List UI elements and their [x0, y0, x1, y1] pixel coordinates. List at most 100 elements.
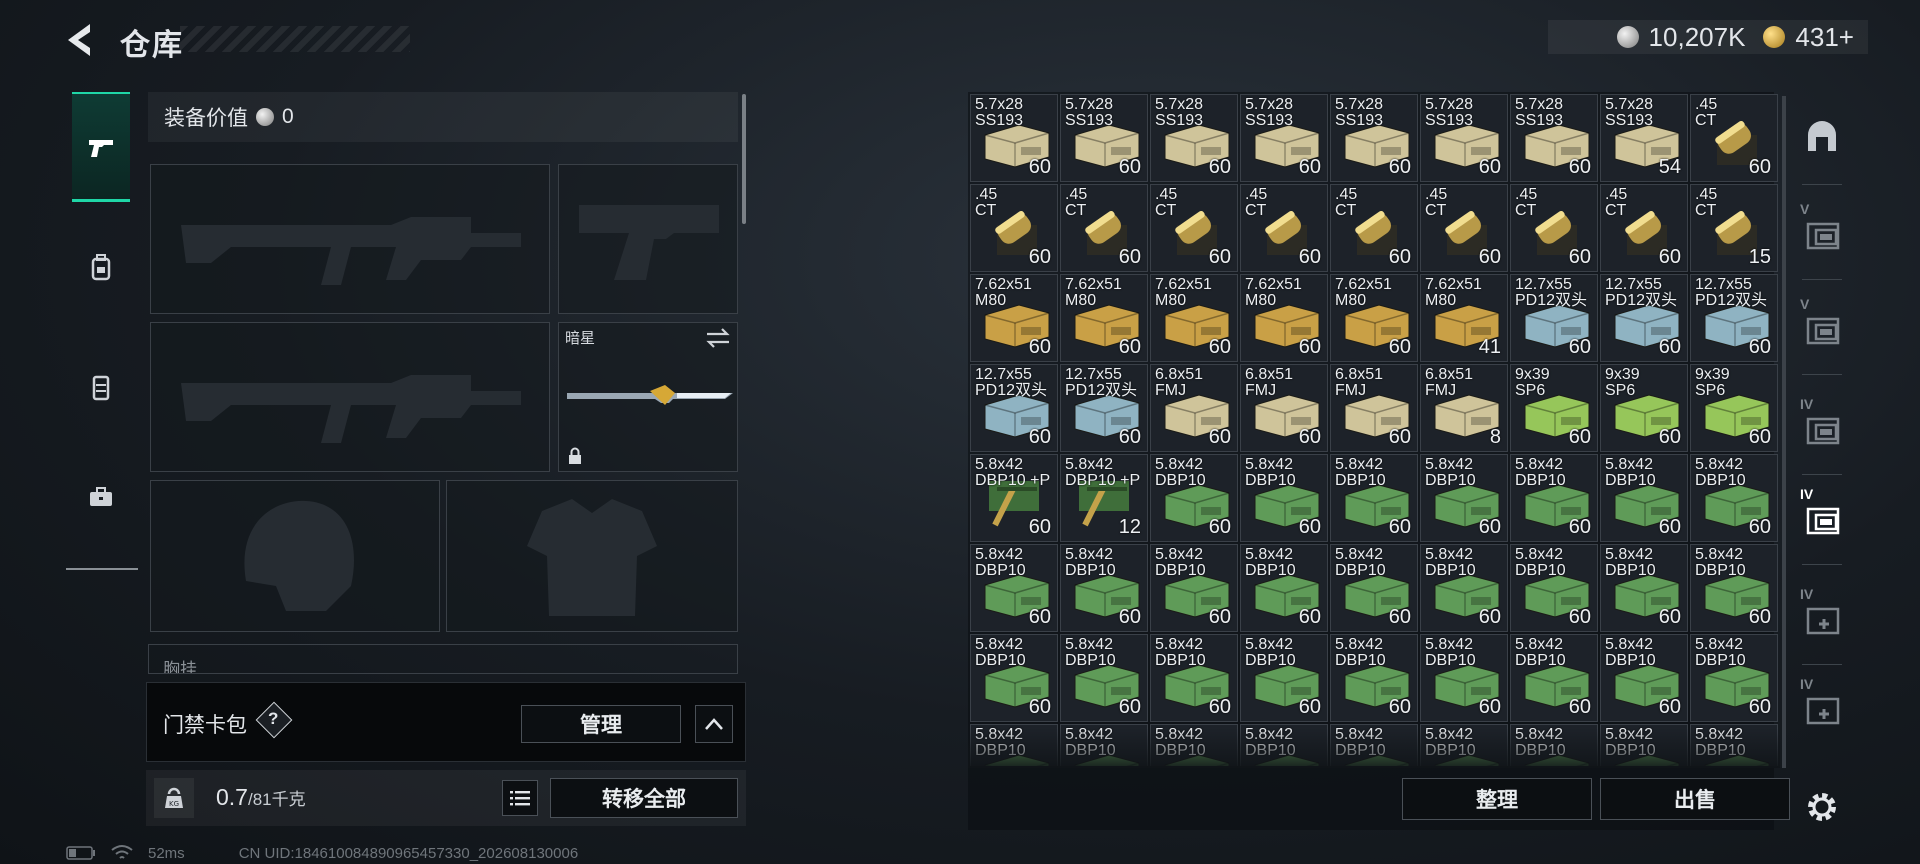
- inventory-slot[interactable]: .45 CT 60: [1600, 184, 1688, 272]
- inventory-slot[interactable]: 6.8x51 FMJ 60: [1330, 364, 1418, 452]
- equipment-scrollbar[interactable]: [742, 94, 746, 224]
- helmet-slot[interactable]: [150, 480, 440, 632]
- inventory-slot[interactable]: 7.62x51 M80 60: [970, 274, 1058, 362]
- back-button[interactable]: [62, 20, 102, 60]
- inventory-slot[interactable]: 5.8x42 DBP10 60: [1510, 634, 1598, 722]
- storage-v-tab[interactable]: V: [1798, 282, 1846, 372]
- inventory-slot[interactable]: 12.7x55 PD12双头 60: [1600, 274, 1688, 362]
- inventory-slot[interactable]: .45 CT 15: [1690, 184, 1778, 272]
- list-view-button[interactable]: [502, 780, 538, 816]
- melee-slot[interactable]: 暗星: [558, 322, 738, 472]
- chest-rig-slot[interactable]: 胸挂: [148, 644, 738, 674]
- inventory-slot[interactable]: 5.8x42 DBP10 60: [1240, 454, 1328, 542]
- sell-button[interactable]: 出售: [1600, 778, 1790, 820]
- inventory-slot[interactable]: 9x39 SP6 60: [1690, 364, 1778, 452]
- inventory-slot[interactable]: 5.8x42 DBP10 60: [1060, 544, 1148, 632]
- inventory-slot[interactable]: 5.7x28 SS193 60: [1330, 94, 1418, 182]
- inventory-slot[interactable]: 5.8x42 DBP10 60: [1240, 634, 1328, 722]
- inventory-slot[interactable]: 5.8x42 DBP10 60: [1690, 454, 1778, 542]
- inventory-slot[interactable]: 12.7x55 PD12双头 60: [1690, 274, 1778, 362]
- inventory-slot[interactable]: 5.7x28 SS193 60: [970, 94, 1058, 182]
- kg-text: KG: [169, 800, 179, 808]
- item-name: 12.7x55 PD12双头: [1515, 276, 1588, 309]
- inventory-slot[interactable]: 7.62x51 M80 41: [1420, 274, 1508, 362]
- inventory-slot[interactable]: 5.8x42 DBP10 60: [970, 544, 1058, 632]
- inventory-scrollbar[interactable]: [1782, 96, 1786, 768]
- inventory-slot[interactable]: 5.8x42 DBP10 60: [1510, 544, 1598, 632]
- inventory-slot[interactable]: 5.7x28 SS193 60: [1240, 94, 1328, 182]
- swap-icon[interactable]: [705, 327, 731, 349]
- storage-iv-add-tab[interactable]: IV: [1798, 572, 1846, 662]
- inventory-slot[interactable]: 5.8x42 DBP10 60: [1420, 634, 1508, 722]
- inventory-slot[interactable]: 7.62x51 M80 60: [1330, 274, 1418, 362]
- inventory-slot[interactable]: 6.8x51 FMJ 60: [1150, 364, 1238, 452]
- inventory-slot[interactable]: 5.8x42 DBP10 60: [1510, 454, 1598, 542]
- armor-slot[interactable]: [446, 480, 738, 632]
- storage-iv-tab[interactable]: IV: [1798, 382, 1846, 472]
- inventory-slot[interactable]: .45 CT 60: [1150, 184, 1238, 272]
- inventory-slot[interactable]: 7.62x51 M80 60: [1240, 274, 1328, 362]
- primary-weapon-slot-1[interactable]: [150, 164, 550, 314]
- inventory-slot[interactable]: .45 CT 60: [970, 184, 1058, 272]
- inventory-slot[interactable]: 5.8x42 DBP10 60: [1150, 454, 1238, 542]
- inventory-slot[interactable]: 5.8x42 DBP10 60: [1330, 544, 1418, 632]
- inventory-slot[interactable]: 5.8x42 DBP10 60: [1420, 454, 1508, 542]
- item-quantity: 60: [1748, 516, 1771, 538]
- inventory-slot[interactable]: 5.7x28 SS193 60: [1510, 94, 1598, 182]
- vault-tab[interactable]: [1798, 92, 1846, 182]
- item-quantity: 60: [1478, 246, 1501, 268]
- inventory-slot[interactable]: 5.8x42 DBP10 60: [1150, 544, 1238, 632]
- inventory-slot[interactable]: 5.8x42 DBP10 60: [1240, 544, 1328, 632]
- inventory-slot[interactable]: .45 CT 60: [1060, 184, 1148, 272]
- storage-iv-add-tab[interactable]: IV: [1798, 662, 1846, 752]
- inventory-slot[interactable]: 7.62x51 M80 60: [1150, 274, 1238, 362]
- inventory-slot[interactable]: 5.7x28 SS193 60: [1060, 94, 1148, 182]
- expand-button[interactable]: [695, 705, 733, 743]
- item-quantity: 60: [1748, 606, 1771, 628]
- inventory-slot[interactable]: .45 CT 60: [1510, 184, 1598, 272]
- inventory-slot[interactable]: 5.7x28 SS193 60: [1150, 94, 1238, 182]
- nav-toolbox[interactable]: [72, 442, 130, 552]
- inventory-slot[interactable]: 6.8x51 FMJ 60: [1240, 364, 1328, 452]
- inventory-slot[interactable]: 5.7x28 SS193 60: [1420, 94, 1508, 182]
- inventory-slot[interactable]: 5.7x28 SS193 54: [1600, 94, 1688, 182]
- inventory-slot[interactable]: 12.7x55 PD12双头 60: [1510, 274, 1598, 362]
- inventory-slot[interactable]: 5.8x42 DBP10 60: [1330, 454, 1418, 542]
- inventory-slot[interactable]: 9x39 SP6 60: [1600, 364, 1688, 452]
- sidearm-slot[interactable]: [558, 164, 738, 314]
- inventory-slot[interactable]: 5.8x42 DBP10 60: [1690, 544, 1778, 632]
- item-quantity: 60: [1748, 696, 1771, 718]
- settings-tab[interactable]: [1798, 762, 1846, 852]
- inventory-slot[interactable]: 5.8x42 DBP10 60: [1330, 634, 1418, 722]
- inventory-slot[interactable]: 5.8x42 DBP10 +P 60: [970, 454, 1058, 542]
- transfer-all-button[interactable]: 转移全部: [550, 778, 738, 818]
- inventory-slot[interactable]: 5.8x42 DBP10 60: [1060, 634, 1148, 722]
- inventory-slot[interactable]: 6.8x51 FMJ 8: [1420, 364, 1508, 452]
- storage-iv-active-tab[interactable]: IV: [1798, 472, 1846, 562]
- primary-weapon-slot-2[interactable]: [150, 322, 550, 472]
- item-name: 12.7x55 PD12双头: [1605, 276, 1678, 309]
- item-name: 7.62x51 M80: [975, 276, 1032, 309]
- inventory-slot[interactable]: 5.8x42 DBP10 60: [970, 634, 1058, 722]
- inventory-slot[interactable]: .45 CT 60: [1690, 94, 1778, 182]
- inventory-slot[interactable]: 9x39 SP6 60: [1510, 364, 1598, 452]
- inventory-slot[interactable]: 5.8x42 DBP10 +P 12: [1060, 454, 1148, 542]
- inventory-slot[interactable]: 5.8x42 DBP10 60: [1690, 634, 1778, 722]
- storage-v-tab[interactable]: V: [1798, 187, 1846, 277]
- inventory-slot[interactable]: 5.8x42 DBP10 60: [1600, 544, 1688, 632]
- inventory-slot[interactable]: 5.8x42 DBP10 60: [1600, 454, 1688, 542]
- nav-backpack[interactable]: [72, 212, 130, 322]
- inventory-slot[interactable]: .45 CT 60: [1240, 184, 1328, 272]
- nav-vest[interactable]: [72, 332, 130, 442]
- inventory-slot[interactable]: 5.8x42 DBP10 60: [1600, 634, 1688, 722]
- inventory-slot[interactable]: 7.62x51 M80 60: [1060, 274, 1148, 362]
- nav-weapons[interactable]: [72, 92, 130, 202]
- inventory-slot[interactable]: 5.8x42 DBP10 60: [1150, 634, 1238, 722]
- inventory-slot[interactable]: .45 CT 60: [1330, 184, 1418, 272]
- inventory-slot[interactable]: 12.7x55 PD12双头 60: [1060, 364, 1148, 452]
- sort-button[interactable]: 整理: [1402, 778, 1592, 820]
- inventory-slot[interactable]: 5.8x42 DBP10 60: [1420, 544, 1508, 632]
- manage-button[interactable]: 管理: [521, 705, 681, 743]
- inventory-slot[interactable]: .45 CT 60: [1420, 184, 1508, 272]
- inventory-slot[interactable]: 12.7x55 PD12双头 60: [970, 364, 1058, 452]
